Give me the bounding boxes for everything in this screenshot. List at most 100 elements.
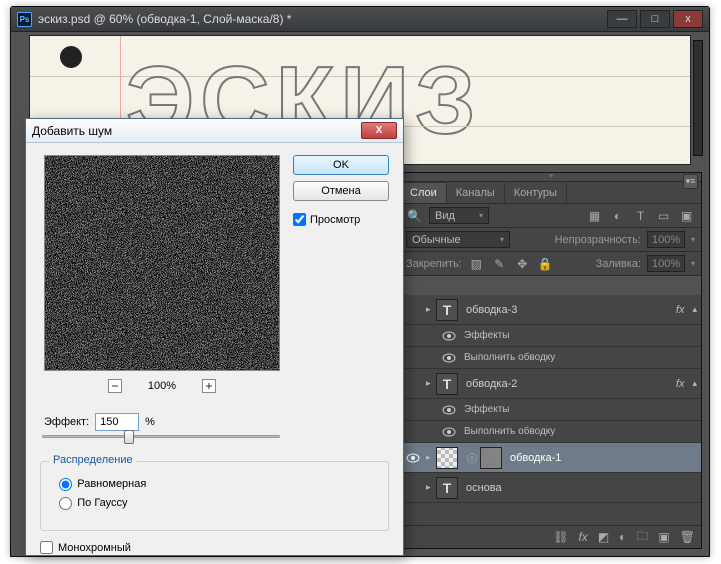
mask-link-icon[interactable] [467, 453, 477, 463]
blend-mode-dropdown[interactable]: Обычные▾ [406, 231, 510, 248]
link-layers-icon[interactable]: ⛓ [553, 530, 568, 544]
new-layer-icon[interactable]: ▣ [658, 530, 669, 544]
filter-adjust-icon[interactable]: ◐ [609, 207, 626, 224]
mask-button-icon[interactable]: ◩ [598, 530, 609, 544]
layer-item[interactable]: ▸ T обводка-3 fx▴ [400, 295, 701, 325]
dialog-buttons: OK Отмена Просмотр [293, 155, 389, 226]
filter-shape-icon[interactable]: ▭ [655, 207, 672, 224]
tab-paths[interactable]: Контуры [505, 183, 567, 203]
dialog-close-button[interactable]: X [361, 122, 397, 139]
dialog-titlebar[interactable]: Добавить шум X [26, 119, 403, 143]
effects-label: Эффекты [462, 404, 701, 415]
fill-input[interactable]: 100% [647, 255, 685, 272]
maximize-button[interactable]: □ [640, 10, 670, 28]
layer-name: обводка-1 [508, 452, 701, 464]
zoom-in-button[interactable] [202, 379, 216, 393]
distribution-legend: Распределение [49, 454, 137, 466]
gaussian-label: По Гауссу [77, 497, 127, 509]
zoom-out-button[interactable] [108, 379, 122, 393]
uniform-radio[interactable] [59, 478, 72, 491]
opacity-label: Непрозрачность: [555, 234, 641, 246]
filter-kind-icon[interactable]: 🔍 [406, 207, 423, 224]
filter-type-icon[interactable]: T [632, 207, 649, 224]
amount-slider[interactable] [42, 435, 280, 438]
layers-panel: ▾≡ Слои Каналы Контуры 🔍 Вид▾ ▦ ◐ T ▭ ▣ … [399, 172, 702, 549]
effects-group[interactable]: Эффекты [400, 399, 701, 421]
effect-label: Выполнить обводку [462, 352, 701, 363]
panel-footer: ⛓ fx ◩ ◐ 🗀 ▣ 🗑 [400, 525, 701, 548]
amount-label: Эффект: [44, 416, 89, 428]
lock-label: Закрепить: [406, 258, 462, 270]
panel-menu-button[interactable]: ▾≡ [683, 174, 698, 189]
photoshop-icon: Ps [17, 12, 32, 27]
add-noise-dialog: Добавить шум X 100% OK Отмена Просмотр Э… [25, 118, 404, 556]
layer-thumb-type-icon: T [436, 299, 458, 321]
preview-checkbox-row[interactable]: Просмотр [293, 213, 389, 226]
lock-move-icon[interactable]: ✥ [514, 255, 531, 272]
blend-row: Обычные▾ Непрозрачность: 100% ▾ [400, 228, 701, 252]
group-icon[interactable]: 🗀 [636, 527, 648, 548]
trash-icon[interactable]: 🗑 [680, 530, 695, 544]
visibility-toggle[interactable] [436, 353, 462, 363]
visibility-toggle[interactable] [436, 405, 462, 415]
filter-pixel-icon[interactable]: ▦ [586, 207, 603, 224]
layer-item[interactable]: ▸ T обводка-2 fx▴ [400, 369, 701, 399]
dialog-body: 100% OK Отмена Просмотр Эффект: % Распре… [26, 143, 403, 555]
uniform-label: Равномерная [77, 478, 146, 490]
layer-name: основа [464, 482, 701, 494]
opacity-value: 100% [652, 234, 680, 246]
lock-all-icon[interactable]: 🔒 [537, 255, 554, 272]
slider-thumb[interactable] [124, 430, 134, 444]
effects-group[interactable]: Эффекты [400, 325, 701, 347]
minimize-button[interactable]: — [607, 10, 637, 28]
monochrome-row[interactable]: Монохромный [40, 541, 131, 554]
visibility-toggle[interactable] [436, 331, 462, 341]
ok-button[interactable]: OK [293, 155, 389, 175]
preview-checkbox[interactable] [293, 213, 306, 226]
expand-toggle[interactable]: ▸ [426, 378, 436, 389]
tab-layers[interactable]: Слои [400, 182, 447, 203]
preview-label: Просмотр [310, 214, 360, 226]
layer-item-selected[interactable]: ▸ обводка-1 [400, 443, 701, 473]
amount-input[interactable] [95, 413, 139, 431]
fx-badge[interactable]: fx [668, 304, 693, 316]
fx-badge[interactable]: fx [668, 378, 693, 390]
fx-button-icon[interactable]: fx [578, 530, 587, 544]
expand-toggle[interactable]: ▸ [426, 482, 436, 493]
noise-preview[interactable] [44, 155, 280, 371]
filter-kind-label: Вид [435, 210, 455, 222]
effect-label: Выполнить обводку [462, 426, 701, 437]
monochrome-checkbox[interactable] [40, 541, 53, 554]
dialog-title: Добавить шум [32, 124, 361, 138]
layers-list: ▸ T обводка-3 fx▴ Эффекты Выполнить обво… [400, 295, 701, 525]
lock-brush-icon[interactable]: ✎ [491, 255, 508, 272]
effects-label: Эффекты [462, 330, 701, 341]
visibility-toggle[interactable] [436, 427, 462, 437]
layer-item[interactable]: ▸ T основа [400, 473, 701, 503]
uniform-radio-row[interactable]: Равномерная [59, 478, 370, 491]
layer-thumb-type-icon: T [436, 373, 458, 395]
opacity-input[interactable]: 100% [647, 231, 685, 248]
filter-smart-icon[interactable]: ▣ [678, 207, 695, 224]
adjustment-icon[interactable]: ◐ [619, 530, 626, 544]
layer-name: обводка-3 [464, 304, 668, 316]
expand-toggle[interactable]: ▸ [426, 452, 436, 463]
close-button[interactable]: x [673, 10, 703, 28]
expand-toggle[interactable]: ▸ [426, 304, 436, 315]
layer-name: обводка-2 [464, 378, 668, 390]
filter-kind-dropdown[interactable]: Вид▾ [429, 207, 489, 224]
app-titlebar[interactable]: Ps эскиз.psd @ 60% (обводка-1, Слой-маск… [11, 7, 709, 32]
layer-mask-thumb[interactable] [480, 447, 502, 469]
vertical-scrollbar[interactable] [693, 40, 703, 156]
amount-unit: % [145, 416, 155, 428]
tab-channels[interactable]: Каналы [447, 183, 505, 203]
canvas-dot [60, 46, 82, 68]
effect-stroke[interactable]: Выполнить обводку [400, 347, 701, 369]
panel-drag-handle[interactable] [400, 173, 701, 182]
cancel-button[interactable]: Отмена [293, 181, 389, 201]
effect-stroke[interactable]: Выполнить обводку [400, 421, 701, 443]
fill-value: 100% [652, 258, 680, 270]
gaussian-radio[interactable] [59, 497, 72, 510]
gaussian-radio-row[interactable]: По Гауссу [59, 497, 370, 510]
lock-transparent-icon[interactable]: ▨ [468, 255, 485, 272]
